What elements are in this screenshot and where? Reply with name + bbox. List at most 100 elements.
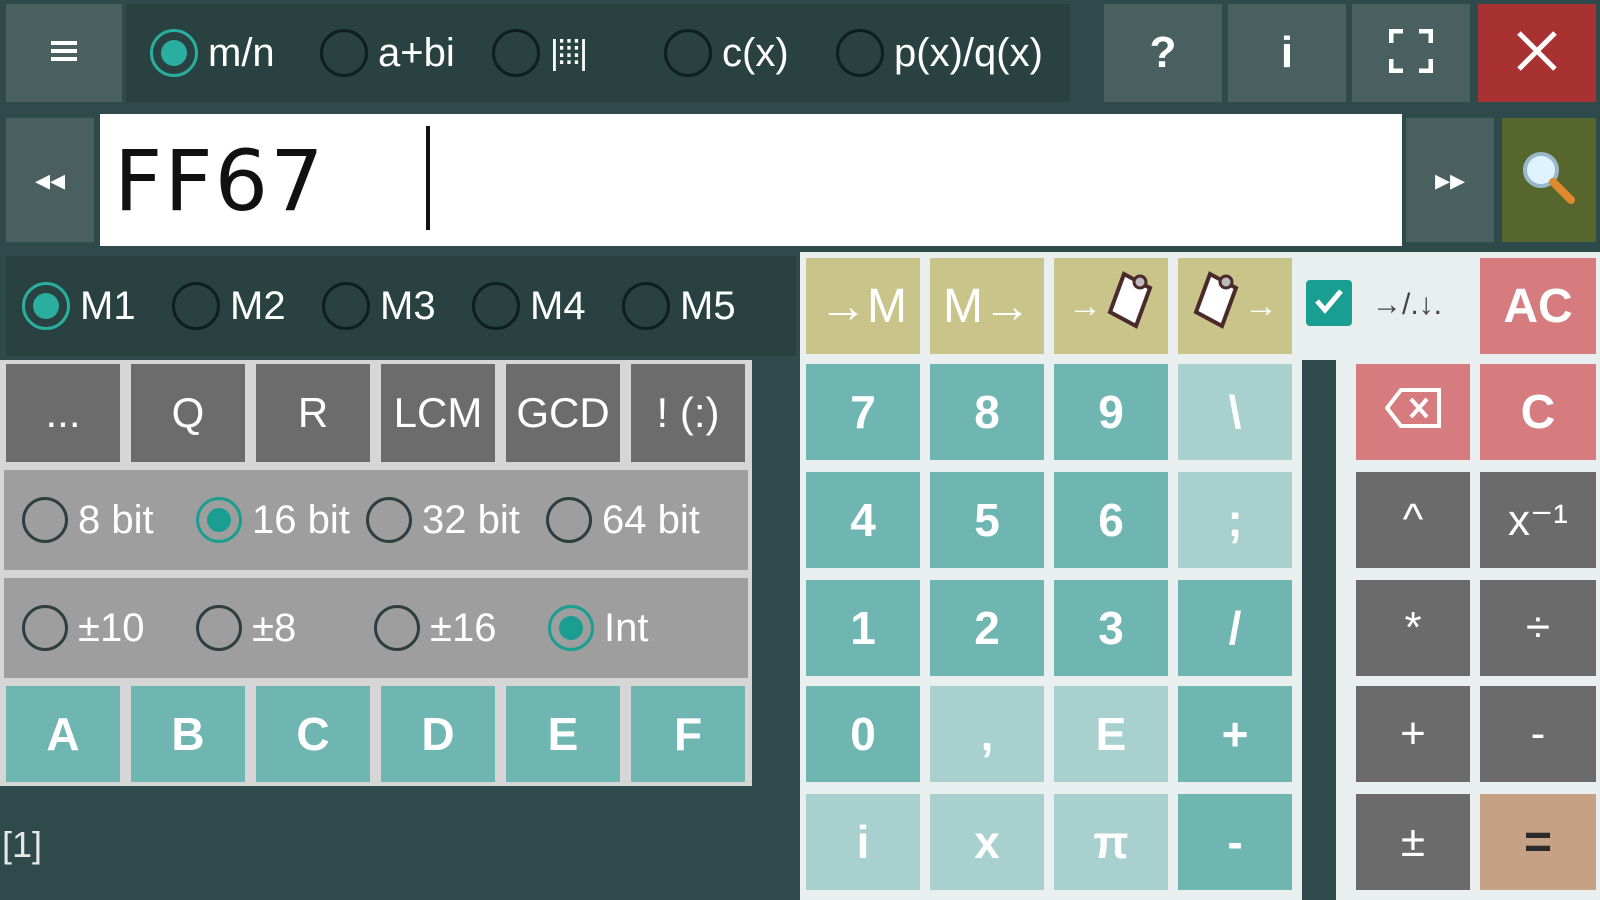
base-label: ±10 — [78, 605, 145, 650]
key-2[interactable]: 2 — [930, 580, 1044, 676]
bit-label: 8 bit — [78, 497, 154, 542]
key-1[interactable]: 1 — [806, 580, 920, 676]
bit-label: 16 bit — [252, 497, 350, 542]
multiply-button[interactable]: * — [1356, 580, 1470, 676]
bit-radio-16[interactable]: 16 bit — [196, 497, 350, 543]
subtract-button[interactable]: - — [1480, 686, 1596, 782]
hex-a-button[interactable]: A — [6, 686, 120, 782]
key-label: 7 — [850, 386, 876, 438]
clipboard-icon — [1106, 270, 1154, 342]
equals-button[interactable]: = — [1480, 794, 1596, 890]
factorial-button[interactable]: ! (:) — [631, 364, 745, 462]
hex-f-button[interactable]: F — [631, 686, 745, 782]
info-button[interactable]: i — [1228, 4, 1346, 102]
radio-circle — [22, 282, 70, 330]
arrow-right-icon: → — [1068, 286, 1102, 325]
mode-radio-mn[interactable]: m/n — [150, 29, 275, 77]
menu-button[interactable] — [6, 4, 122, 102]
arrow-right-icon: → — [1244, 286, 1278, 325]
key-comma[interactable]: , — [930, 686, 1044, 782]
key-label: - — [1227, 816, 1243, 868]
store-memory-button[interactable]: →M — [806, 258, 920, 354]
memory-radio-m2[interactable]: M2 — [172, 282, 286, 330]
key-8[interactable]: 8 — [930, 364, 1044, 460]
expression-text: FF67 — [114, 132, 326, 230]
key-label: E — [1095, 708, 1127, 760]
bit-radio-32[interactable]: 32 bit — [366, 497, 520, 543]
mode-radio-complex[interactable]: a+bi — [320, 29, 455, 77]
memory-label: M1 — [80, 283, 136, 328]
clear-button[interactable]: C — [1480, 364, 1596, 460]
close-button[interactable] — [1478, 4, 1596, 102]
all-clear-button[interactable]: AC — [1480, 258, 1596, 354]
keypad-divider — [1302, 360, 1336, 900]
hex-e-button[interactable]: E — [506, 686, 620, 782]
memory-radio-m4[interactable]: M4 — [472, 282, 586, 330]
more-functions-button[interactable]: ... — [6, 364, 120, 462]
key-pi[interactable]: π — [1054, 794, 1168, 890]
copy-clipboard-button[interactable]: → — [1054, 258, 1168, 354]
paste-clipboard-button[interactable]: → — [1178, 258, 1292, 354]
key-4[interactable]: 4 — [806, 472, 920, 568]
key-x[interactable]: x — [930, 794, 1044, 890]
cursor-right-button[interactable]: ▸▸ — [1406, 118, 1494, 242]
key-6[interactable]: 6 — [1054, 472, 1168, 568]
key-label: 2 — [974, 602, 1000, 654]
key-label: x — [974, 816, 1000, 868]
format-checkbox[interactable] — [1306, 280, 1352, 326]
key-label: 8 — [974, 386, 1000, 438]
key-9[interactable]: 9 — [1054, 364, 1168, 460]
key-3[interactable]: 3 — [1054, 580, 1168, 676]
help-button[interactable]: ? — [1104, 4, 1222, 102]
key-minus[interactable]: - — [1178, 794, 1292, 890]
memory-radio-m3[interactable]: M3 — [322, 282, 436, 330]
memory-label: M2 — [230, 283, 286, 328]
key-exponent[interactable]: E — [1054, 686, 1168, 782]
key-7[interactable]: 7 — [806, 364, 920, 460]
recall-memory-button[interactable]: M→ — [930, 258, 1044, 354]
search-button[interactable] — [1502, 118, 1596, 242]
key-0[interactable]: 0 — [806, 686, 920, 782]
double-right-arrow-icon: ▸▸ — [1434, 163, 1466, 197]
lcm-button[interactable]: LCM — [381, 364, 495, 462]
bit-radio-64[interactable]: 64 bit — [546, 497, 700, 543]
key-slash[interactable]: / — [1178, 580, 1292, 676]
backspace-icon — [1384, 385, 1441, 440]
hex-d-button[interactable]: D — [381, 686, 495, 782]
gcd-button[interactable]: GCD — [506, 364, 620, 462]
negate-button[interactable]: ± — [1356, 794, 1470, 890]
remainder-button[interactable]: R — [256, 364, 370, 462]
key-imaginary[interactable]: i — [806, 794, 920, 890]
cursor-left-button[interactable]: ◂◂ — [6, 118, 94, 242]
base-radio-hex[interactable]: ±16 — [374, 605, 496, 651]
hex-b-button[interactable]: B — [131, 686, 245, 782]
radio-circle — [150, 29, 198, 77]
inverse-button[interactable]: x⁻¹ — [1480, 472, 1596, 568]
quotient-button[interactable]: Q — [131, 364, 245, 462]
expression-input[interactable]: FF67 — [100, 114, 1402, 246]
hex-c-button[interactable]: C — [256, 686, 370, 782]
mode-radio-matrix[interactable]: |⁞⁞⁞| — [492, 29, 588, 77]
base-radio-oct[interactable]: ±8 — [196, 605, 296, 651]
key-label: 4 — [850, 494, 876, 546]
base-radio-dec[interactable]: ±10 — [22, 605, 144, 651]
radio-circle — [492, 29, 540, 77]
mode-radio-cx[interactable]: c(x) — [664, 29, 789, 77]
key-semicolon[interactable]: ; — [1178, 472, 1292, 568]
bit-radio-8[interactable]: 8 bit — [22, 497, 154, 543]
mode-radio-rational[interactable]: p(x)/q(x) — [836, 29, 1043, 77]
memory-radio-m5[interactable]: M5 — [622, 282, 736, 330]
key-plus[interactable]: + — [1178, 686, 1292, 782]
power-button[interactable]: ^ — [1356, 472, 1470, 568]
key-backslash[interactable]: \ — [1178, 364, 1292, 460]
recall-memory-label: M→ — [943, 279, 1031, 333]
backspace-button[interactable] — [1356, 364, 1470, 460]
key-5[interactable]: 5 — [930, 472, 1044, 568]
base-radio-int[interactable]: Int — [548, 605, 648, 651]
memory-radio-m1[interactable]: M1 — [22, 282, 136, 330]
add-button[interactable]: + — [1356, 686, 1470, 782]
help-label: ? — [1149, 28, 1177, 77]
divide-button[interactable]: ÷ — [1480, 580, 1596, 676]
key-label: 5 — [974, 494, 1000, 546]
fullscreen-button[interactable] — [1352, 4, 1470, 102]
